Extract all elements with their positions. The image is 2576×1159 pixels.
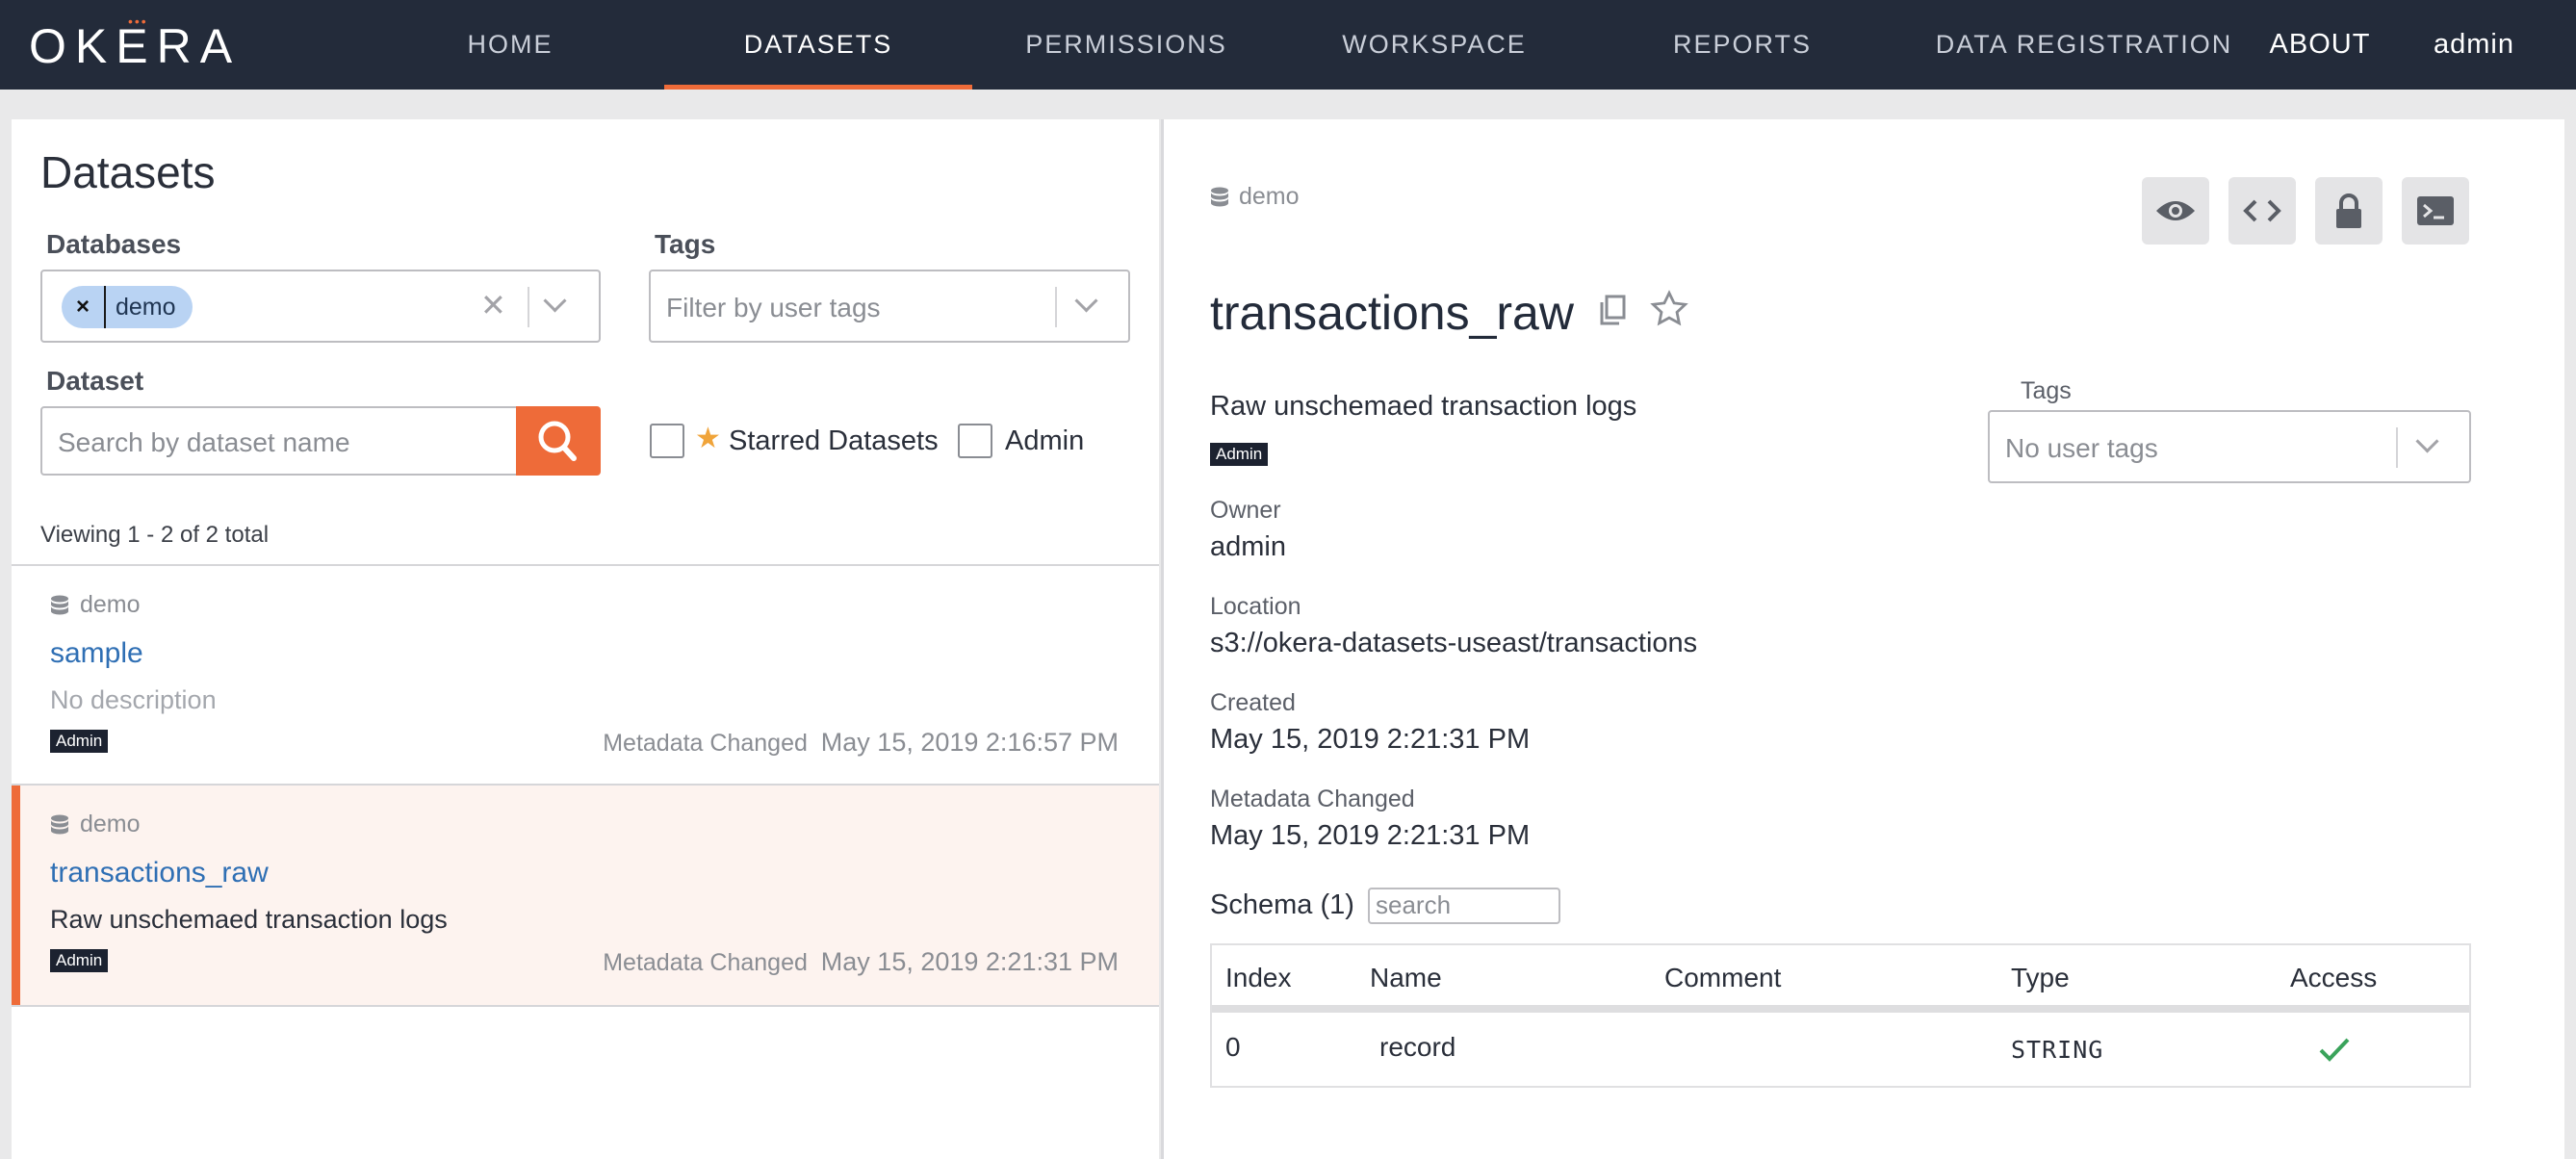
row-database: demo <box>80 591 141 618</box>
list-item-selected[interactable]: demo transactions_raw Raw unschemaed tra… <box>12 786 1159 1005</box>
databases-select[interactable]: × demo ✕ <box>40 270 601 343</box>
location-value: s3://okera-datasets-useast/transactions <box>1210 628 1698 658</box>
tags-select[interactable]: Filter by user tags <box>649 270 1130 343</box>
metadata-changed-label: Metadata Changed <box>1210 786 1415 812</box>
nav-active-indicator <box>664 85 972 90</box>
terminal-icon <box>2417 196 2454 225</box>
select-separator <box>2396 427 2398 468</box>
database-icon <box>1211 187 1228 207</box>
admin-checkbox[interactable] <box>958 424 992 458</box>
column-header-comment[interactable]: Comment <box>1664 963 1781 993</box>
detail-tags-label: Tags <box>2021 377 2072 404</box>
code-button[interactable] <box>2228 177 2296 245</box>
nav-data-registration[interactable]: DATA REGISTRATION <box>1925 0 2243 90</box>
search-button[interactable] <box>516 406 601 476</box>
dataset-search-input[interactable]: Search by dataset name <box>40 406 518 476</box>
location-label: Location <box>1210 593 1301 620</box>
column-header-access[interactable]: Access <box>2290 963 2377 993</box>
tags-placeholder: Filter by user tags <box>666 293 881 322</box>
row-meta: Metadata Changed May 15, 2019 2:16:57 PM <box>603 728 1119 758</box>
row-description: Raw unschemaed transaction logs <box>50 905 448 934</box>
chevron-down-icon[interactable] <box>2415 429 2439 453</box>
detail-database: demo <box>1239 183 1300 210</box>
row-meta: Metadata Changed May 15, 2019 2:21:31 PM <box>603 947 1119 977</box>
dataset-label: Dataset <box>46 366 144 396</box>
dataset-search-placeholder: Search by dataset name <box>58 427 350 457</box>
nav-datasets[interactable]: DATASETS <box>664 0 972 90</box>
detail-tags-select[interactable]: No user tags <box>1988 410 2471 483</box>
clear-icon[interactable]: ✕ <box>480 287 506 323</box>
check-icon <box>2319 1038 2350 1062</box>
created-value: May 15, 2019 2:21:31 PM <box>1210 724 1531 755</box>
owner-label: Owner <box>1210 497 1281 524</box>
star-outline-icon[interactable] <box>1649 289 1689 329</box>
page-title: Datasets <box>40 147 216 197</box>
detail-description: Raw unschemaed transaction logs <box>1210 391 1637 422</box>
column-header-type[interactable]: Type <box>2011 963 2070 993</box>
database-icon <box>51 814 68 835</box>
starred-label: Starred Datasets <box>729 425 939 456</box>
header-divider <box>1212 1005 2469 1013</box>
starred-checkbox[interactable] <box>650 424 684 458</box>
cell-type: STRING <box>2011 1036 2104 1064</box>
eye-icon <box>2156 201 2195 220</box>
cell-index: 0 <box>1225 1032 1241 1062</box>
schema-table: Index Name Comment Type Access 0 record … <box>1210 943 2471 1088</box>
code-icon <box>2243 199 2281 222</box>
dataset-link-transactions-raw[interactable]: transactions_raw <box>50 857 269 889</box>
row-description: No description <box>50 685 217 714</box>
dataset-title: transactions_raw <box>1210 286 1574 340</box>
tags-label: Tags <box>655 229 716 259</box>
schema-label: Schema (1) <box>1210 889 1354 920</box>
table-row[interactable]: 0 record STRING <box>1212 1013 2469 1088</box>
user-menu[interactable]: admin <box>2416 0 2532 90</box>
admin-filter-label: Admin <box>1005 425 1085 456</box>
datasets-list-panel: Datasets Databases × demo ✕ Tags Filter … <box>12 119 1159 1159</box>
nav-workspace[interactable]: WORKSPACE <box>1309 0 1559 90</box>
admin-badge: Admin <box>50 730 109 753</box>
permissions-button[interactable] <box>2315 177 2383 245</box>
select-separator <box>1055 287 1057 327</box>
database-chip: × demo <box>62 286 193 328</box>
metadata-changed-value: May 15, 2019 2:21:31 PM <box>1210 820 1531 851</box>
nav-about[interactable]: ABOUT <box>2253 0 2387 90</box>
chevron-down-icon[interactable] <box>543 289 567 313</box>
admin-badge: Admin <box>1210 443 1269 466</box>
row-meta-label: Metadata Changed <box>603 730 808 757</box>
lock-icon <box>2336 193 2361 228</box>
column-header-index[interactable]: Index <box>1225 963 1292 993</box>
select-separator <box>528 287 529 327</box>
search-icon <box>538 421 577 461</box>
nav-permissions[interactable]: PERMISSIONS <box>1001 0 1251 90</box>
nav-home[interactable]: HOME <box>424 0 597 90</box>
database-chip-label: demo <box>116 294 176 321</box>
star-icon: ★ <box>695 423 721 454</box>
row-meta-label: Metadata Changed <box>603 949 808 976</box>
cell-name: record <box>1379 1032 1456 1062</box>
row-database: demo <box>80 811 141 837</box>
preview-button[interactable] <box>2142 177 2209 245</box>
logo-dots: ••• <box>128 13 148 29</box>
nav-reports[interactable]: REPORTS <box>1636 0 1848 90</box>
copy-icon[interactable] <box>1597 293 1630 329</box>
admin-badge: Admin <box>50 949 109 972</box>
row-divider <box>12 1005 1159 1007</box>
chevron-down-icon[interactable] <box>1074 289 1098 313</box>
databases-label: Databases <box>46 229 182 259</box>
row-meta-value: May 15, 2019 2:16:57 PM <box>820 728 1119 757</box>
schema-search-input[interactable]: search <box>1368 888 1560 924</box>
top-nav: OKERA ••• HOME DATASETS PERMISSIONS WORK… <box>0 0 2576 90</box>
dataset-link-sample[interactable]: sample <box>50 637 143 670</box>
owner-value: admin <box>1210 531 1286 562</box>
terminal-button[interactable] <box>2402 177 2469 245</box>
remove-chip-icon[interactable]: × <box>62 286 106 328</box>
row-meta-value: May 15, 2019 2:21:31 PM <box>820 947 1119 976</box>
viewing-count: Viewing 1 - 2 of 2 total <box>40 522 270 548</box>
dataset-detail-panel: demo transactions_raw Raw unschemaed tra… <box>1161 119 2564 1159</box>
database-icon <box>51 595 68 615</box>
column-header-name[interactable]: Name <box>1370 963 1442 993</box>
created-label: Created <box>1210 689 1296 716</box>
list-item[interactable]: demo sample No description Admin Metadat… <box>12 566 1159 780</box>
detail-tags-placeholder: No user tags <box>2005 433 2158 463</box>
